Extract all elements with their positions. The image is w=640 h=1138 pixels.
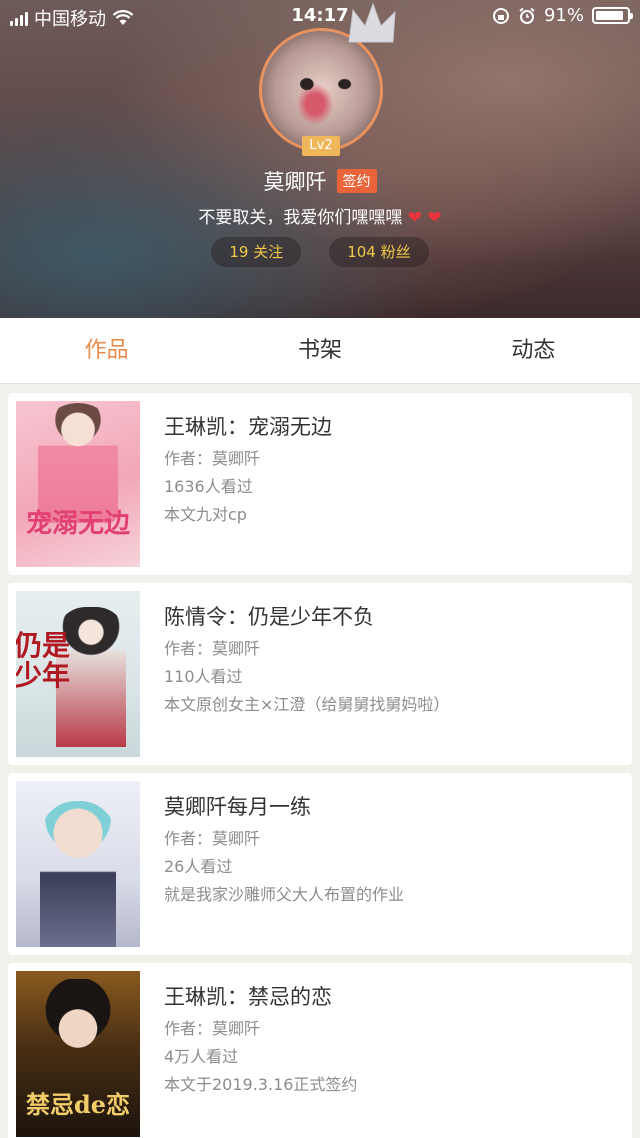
- work-card[interactable]: 禁忌de恋 王琳凯：禁忌的恋 作者：莫卿阡 4万人看过 本文于2019.3.16…: [8, 963, 632, 1138]
- following-button[interactable]: 19 关注: [211, 237, 302, 267]
- cover-figure: [40, 801, 116, 947]
- work-card[interactable]: 仍是少年 陈情令：仍是少年不负 作者：莫卿阡 110人看过 本文原创女主×江澄（…: [8, 583, 632, 765]
- bio: 不要取关，我爱你们嘿嘿嘿 ❤ ❤: [0, 203, 640, 228]
- bio-text: 不要取关，我爱你们嘿嘿嘿: [198, 208, 403, 228]
- battery-percent: 91%: [543, 5, 584, 26]
- cover-title: 宠溺无边: [25, 509, 130, 539]
- cover-title: 仍是少年: [16, 629, 70, 692]
- work-description: 本文原创女主×江澄（给舅舅找舅妈啦）: [164, 695, 450, 714]
- work-title[interactable]: 王琳凯：禁忌的恋: [164, 981, 332, 1011]
- battery-level: [596, 11, 624, 20]
- work-title[interactable]: 王琳凯：宠溺无边: [164, 411, 332, 441]
- work-card[interactable]: 宠溺无边 王琳凯：宠溺无边 作者：莫卿阡 1636人看过 本文九对cp: [8, 393, 632, 575]
- tab-bookshelf[interactable]: 书架: [213, 318, 426, 383]
- followers-button[interactable]: 104 粉丝: [329, 237, 429, 267]
- work-title[interactable]: 陈情令：仍是少年不负: [164, 601, 374, 631]
- book-cover[interactable]: 仍是少年: [16, 591, 140, 757]
- work-author: 作者：莫卿阡: [164, 829, 261, 848]
- work-description: 就是我家沙雕师父大人布置的作业: [164, 885, 405, 904]
- works-list: 宠溺无边 王琳凯：宠溺无边 作者：莫卿阡 1636人看过 本文九对cp 仍是少年…: [8, 393, 632, 1138]
- heart-icon: ❤: [427, 208, 442, 228]
- signed-badge: 签约: [336, 169, 377, 193]
- cover-figure: [38, 979, 118, 1089]
- username: 莫卿阡: [263, 170, 327, 194]
- cover-title: 禁忌de恋: [25, 1090, 131, 1119]
- tab-activity[interactable]: 动态: [427, 318, 640, 383]
- work-views: 4万人看过: [164, 1047, 239, 1066]
- work-title[interactable]: 莫卿阡每月一练: [164, 791, 311, 821]
- book-cover[interactable]: 宠溺无边: [16, 401, 140, 567]
- name-row: 莫卿阡 签约: [0, 166, 640, 196]
- work-description: 本文于2019.3.16正式签约: [164, 1075, 358, 1094]
- work-views: 26人看过: [164, 857, 233, 876]
- work-views: 110人看过: [164, 667, 243, 686]
- alarm-icon: [519, 7, 535, 24]
- level-badge: Lv2: [302, 136, 340, 156]
- work-author: 作者：莫卿阡: [164, 1019, 261, 1038]
- book-cover[interactable]: 禁忌de恋: [16, 971, 140, 1137]
- profile-tabs: 作品 书架 动态: [0, 318, 640, 384]
- follow-stats: 19 关注 104 粉丝: [0, 237, 640, 267]
- tab-works[interactable]: 作品: [0, 318, 213, 383]
- crown-icon: [348, 2, 396, 43]
- profile-header: 中国移动 14:17 91% Lv2 莫卿阡 签约 不要取关，我爱你们嘿嘿嘿 ❤…: [0, 0, 640, 318]
- work-views: 1636人看过: [164, 477, 253, 496]
- work-author: 作者：莫卿阡: [164, 449, 261, 468]
- book-cover[interactable]: [16, 781, 140, 947]
- work-description: 本文九对cp: [164, 505, 247, 524]
- heart-icon: ❤: [407, 208, 422, 228]
- battery-icon: [592, 7, 633, 24]
- work-author: 作者：莫卿阡: [164, 639, 261, 658]
- work-card[interactable]: 莫卿阡每月一练 作者：莫卿阡 26人看过 就是我家沙雕师父大人布置的作业: [8, 773, 632, 955]
- avatar-container[interactable]: Lv2: [259, 2, 396, 156]
- orientation-lock-icon: [492, 7, 509, 24]
